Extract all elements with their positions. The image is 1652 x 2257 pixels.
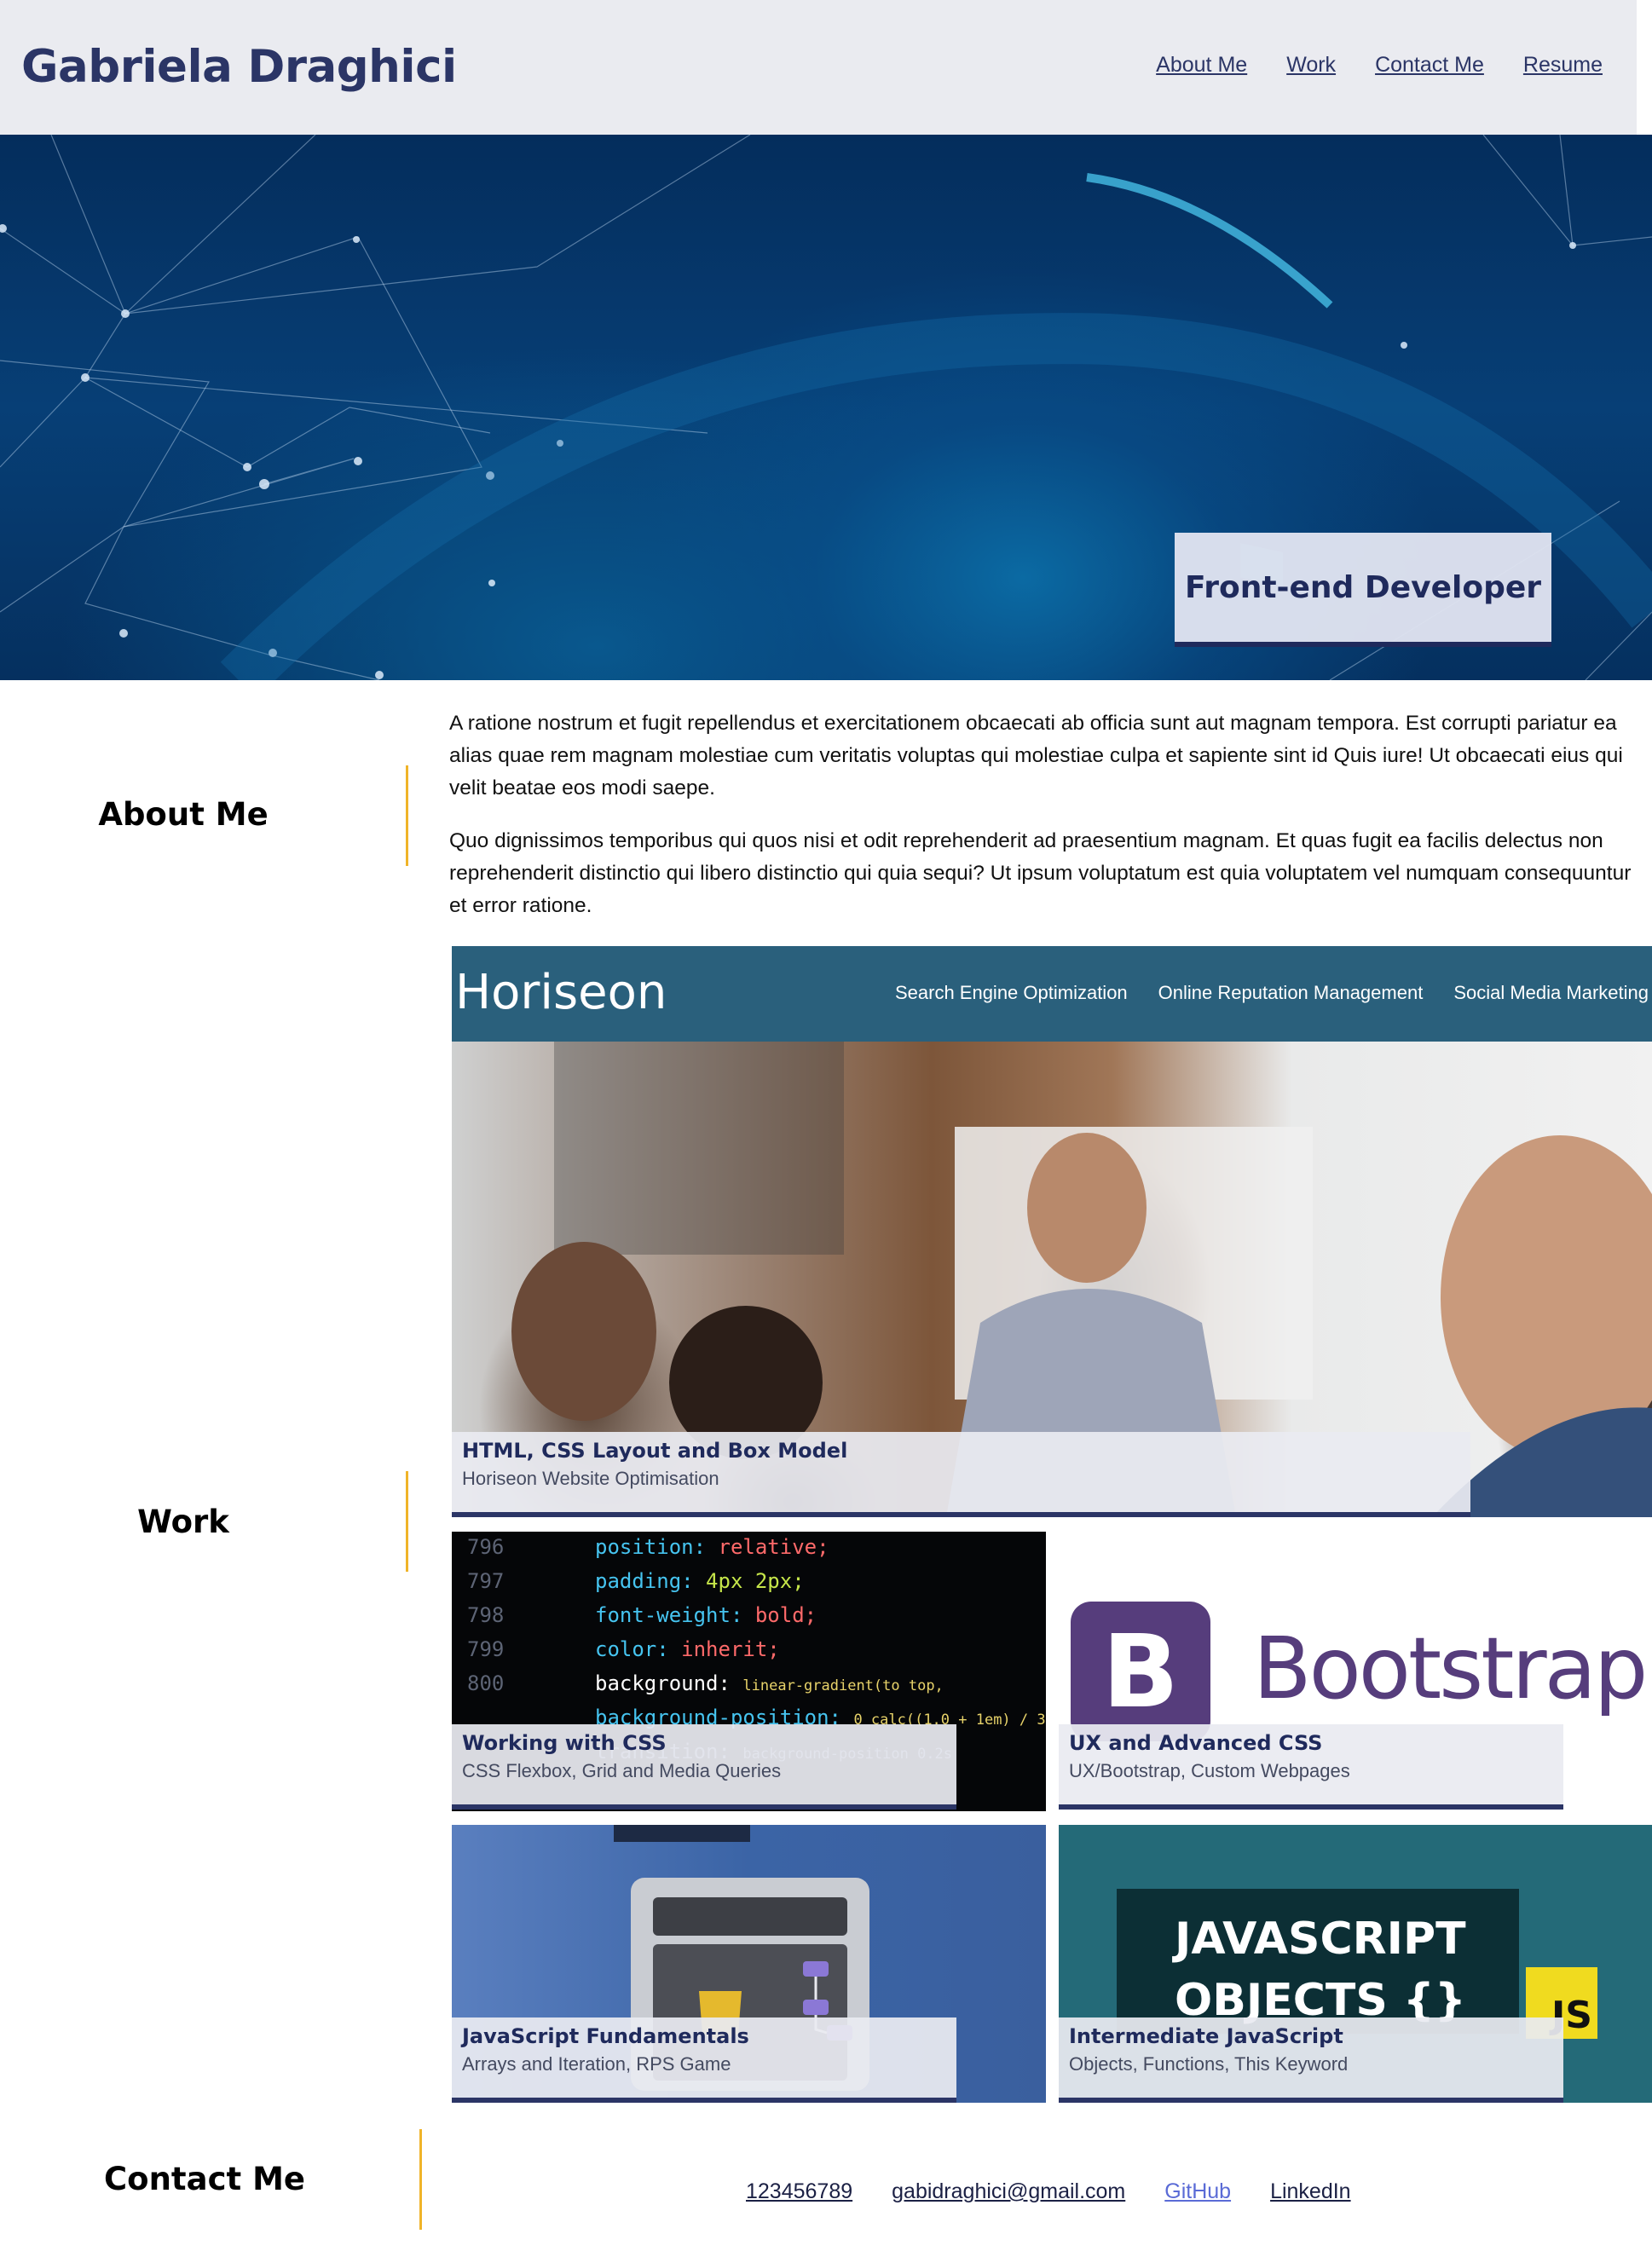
js-fundamentals-caption: JavaScript Fundamentals Arrays and Itera… (452, 2017, 956, 2103)
contact-github-link[interactable]: GitHub (1164, 2179, 1231, 2204)
project-card-bootstrap[interactable]: B Bootstrap UX and Advanced CSS UX/Boots… (1059, 1532, 1652, 1811)
code-line-text: color: inherit; (595, 1637, 780, 1661)
project-title: HTML, CSS Layout and Box Model (462, 1439, 848, 1463)
js-objects-line1: JAVASCRIPT (1175, 1914, 1466, 1965)
site-brand[interactable]: Gabriela Draghici (21, 41, 457, 93)
contact-divider (419, 2129, 422, 2230)
about-heading: About Me (98, 796, 269, 833)
work-heading: Work (137, 1504, 229, 1540)
horiseon-nav-item: Online Reputation Management (1158, 982, 1424, 1003)
horiseon-logo: Horiseon (455, 965, 667, 1020)
project-subtitle: Horiseon Website Optimisation (462, 1468, 719, 1489)
hero-banner: Front-end Developer (0, 135, 1652, 680)
about-paragraph: Quo dignissimos temporibus qui quos nisi… (449, 829, 1632, 917)
code-line-number: 800 (467, 1671, 505, 1695)
nav-link-about[interactable]: About Me (1156, 53, 1247, 78)
horiseon-nav: Search Engine Optimization Online Reputa… (864, 982, 1649, 1004)
contact-linkedin-link[interactable]: LinkedIn (1270, 2179, 1351, 2204)
horiseon-nav-item: Search Engine Optimization (894, 982, 1128, 1003)
hero-tagline: Front-end Developer (1184, 569, 1542, 605)
code-line-text: background: linear-gradient(to top, (595, 1671, 944, 1695)
js-objects-title: JAVASCRIPT OBJECTS {} (1175, 1908, 1577, 2031)
project-card-featured[interactable]: Horiseon Search Engine Optimization Onli… (452, 946, 1652, 1517)
site-header: Gabriela Draghici About Me Work Contact … (0, 0, 1637, 135)
bootstrap-logo-letter: B (1102, 1613, 1179, 1730)
bootstrap-caption: UX and Advanced CSS UX/Bootstrap, Custom… (1059, 1724, 1563, 1810)
project-subtitle: CSS Flexbox, Grid and Media Queries (462, 1760, 782, 1781)
project-title: Working with CSS (462, 1731, 667, 1755)
code-line-number: 798 (467, 1603, 505, 1627)
code-line-text: position: relative; (595, 1535, 829, 1559)
project-title: JavaScript Fundamentals (462, 2024, 749, 2048)
about-divider (406, 765, 408, 866)
project-card-js-fundamentals[interactable]: JavaScript Fundamentals Arrays and Itera… (452, 1825, 1046, 2103)
contact-heading: Contact Me (104, 2161, 305, 2197)
code-line-number: 797 (467, 1569, 505, 1593)
about-text: A ratione nostrum et fugit repellendus e… (449, 707, 1634, 943)
code-line-text: padding: 4px 2px; (595, 1569, 805, 1593)
featured-caption: HTML, CSS Layout and Box Model Horiseon … (452, 1432, 1470, 1517)
project-subtitle: Arrays and Iteration, RPS Game (462, 2053, 731, 2075)
code-line-number: 799 (467, 1637, 505, 1661)
nav-link-resume[interactable]: Resume (1523, 53, 1603, 78)
project-card-css[interactable]: 796 position: relative; 797 padding: 4px 2p… (452, 1532, 1046, 1811)
nav-link-contact[interactable]: Contact Me (1375, 53, 1484, 78)
nav-link-work[interactable]: Work (1286, 53, 1336, 78)
project-card-intermediate-js[interactable]: JAVASCRIPT OBJECTS {} JS Intermediate Ja… (1059, 1825, 1652, 2103)
contact-links: 123456789 gabidraghici@gmail.com GitHub … (746, 2179, 1351, 2204)
project-title: Intermediate JavaScript (1069, 2024, 1343, 2048)
hero-tagline-box: Front-end Developer (1175, 533, 1551, 647)
horiseon-nav-item: Social Media Marketing (1453, 982, 1649, 1003)
bootstrap-wordmark: Bootstrap (1253, 1619, 1648, 1718)
project-subtitle: UX/Bootstrap, Custom Webpages (1069, 1760, 1350, 1781)
main-nav: About Me Work Contact Me Resume (1156, 53, 1603, 78)
code-line-number: 796 (467, 1535, 505, 1559)
project-subtitle: Objects, Functions, This Keyword (1069, 2053, 1349, 2075)
contact-phone-link[interactable]: 123456789 (746, 2179, 852, 2204)
horiseon-header: Horiseon Search Engine Optimization Onli… (452, 946, 1652, 1042)
code-line-text: font-weight: bold; (595, 1603, 817, 1627)
work-divider (406, 1471, 408, 1572)
intermediate-js-caption: Intermediate JavaScript Objects, Functio… (1059, 2017, 1563, 2103)
contact-email-link[interactable]: gabidraghici@gmail.com (892, 2179, 1125, 2204)
project-title: UX and Advanced CSS (1069, 1731, 1323, 1755)
bootstrap-logo: B (1071, 1602, 1210, 1741)
css-caption: Working with CSS CSS Flexbox, Grid and M… (452, 1724, 956, 1810)
about-paragraph: A ratione nostrum et fugit repellendus e… (449, 712, 1623, 799)
